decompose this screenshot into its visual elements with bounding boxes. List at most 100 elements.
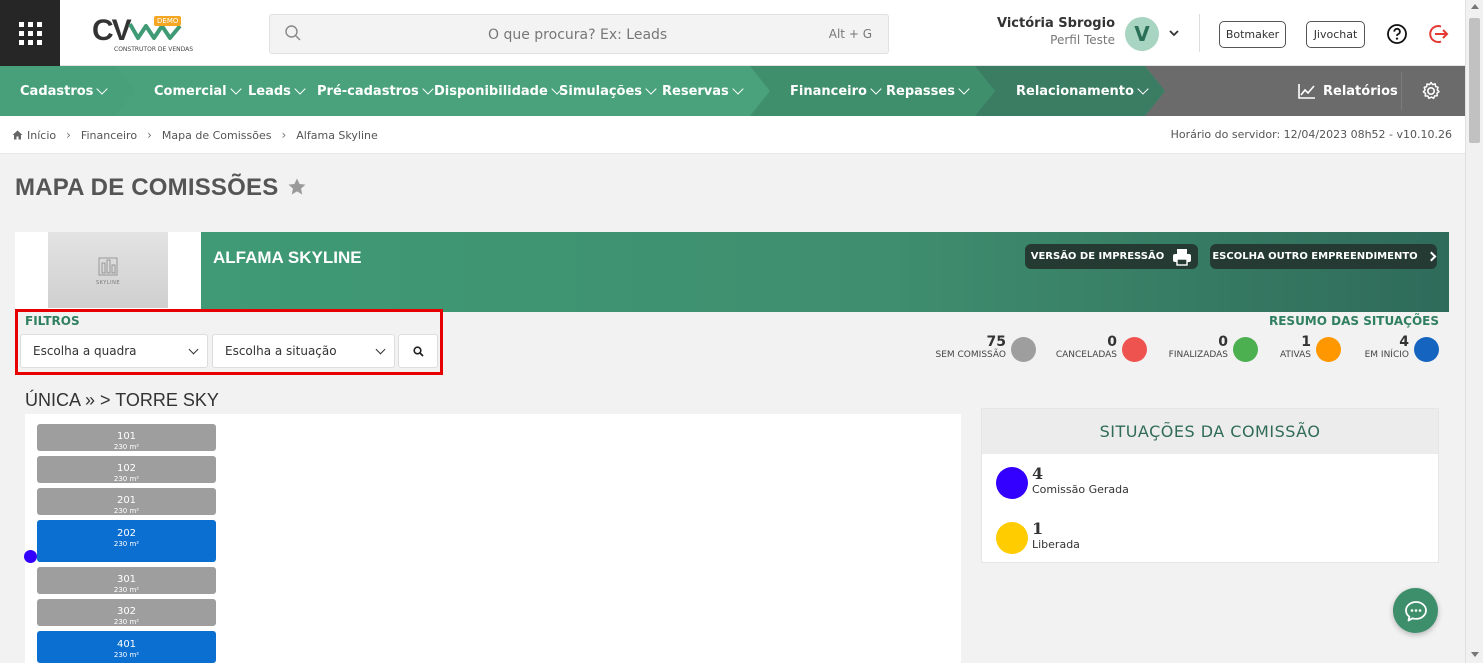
summary-em-inicio[interactable]: 4 EM INÍCIO (1357, 334, 1439, 364)
unit-card[interactable]: 301 230 m² (37, 567, 216, 594)
chevron-down-icon (422, 83, 434, 95)
choose-project-button[interactable]: ESCOLHA OUTRO EMPREENDIMENTO (1210, 244, 1437, 269)
nav-simulacoes[interactable]: Simulações (559, 66, 657, 116)
page-scrollbar[interactable] (1465, 0, 1483, 663)
print-version-button[interactable]: VERSÃO DE IMPRESSÃO (1025, 244, 1198, 269)
nav-financeiro[interactable]: Financeiro (790, 66, 882, 116)
unit-card[interactable]: 201 230 m² (37, 488, 216, 515)
summary-count: 75 (986, 334, 1006, 350)
nav-pre-cadastros[interactable]: Pré-cadastros (317, 66, 434, 116)
unit-area: 230 m² (113, 443, 140, 451)
nav-reservas[interactable]: Reservas (662, 66, 744, 116)
nav-label: Simulações (559, 83, 643, 99)
chevron-down-icon (645, 83, 657, 95)
logo-badge: DEMO (154, 16, 182, 26)
scroll-thumb[interactable] (1469, 18, 1480, 143)
nav-label: Financeiro (790, 83, 867, 99)
chevron-right-icon (1426, 251, 1437, 262)
unit-number: 302 (116, 606, 137, 617)
situacao-select-value: Escolha a situação (225, 344, 337, 358)
summary-ativas[interactable]: 1 ATIVAS (1274, 334, 1341, 364)
search-box[interactable]: Alt + G (269, 14, 910, 54)
nav-relatorios[interactable]: Relatórios (1298, 66, 1398, 116)
breadcrumb-home[interactable]: Início (27, 129, 56, 142)
home-icon (12, 130, 23, 140)
print-version-label: VERSÃO DE IMPRESSÃO (1030, 251, 1165, 262)
grid-icon (18, 21, 42, 45)
unit-card[interactable]: 102 230 m² (37, 456, 216, 483)
chevron-down-icon (96, 83, 109, 95)
top-header: CV DEMO CONSTRUTOR DE VENDAS Alt + G Vic… (0, 0, 1465, 66)
filter-search-button[interactable] (398, 334, 438, 368)
chevron-down-icon[interactable] (1168, 28, 1180, 38)
logo-text: CV (92, 14, 132, 47)
unit-card[interactable]: 101 230 m² (37, 424, 216, 451)
breadcrumb-mapa-comissoes[interactable]: Mapa de Comissões (162, 129, 272, 142)
unit-number: 301 (116, 574, 137, 585)
breadcrumb-current: Alfama Skyline (296, 128, 378, 142)
chat-button[interactable] (1393, 588, 1438, 633)
commission-situations-panel: SITUAÇÕES DA COMISSÃO 4 Comissão Gerada … (981, 408, 1439, 563)
unit-area: 230 m² (113, 618, 140, 626)
chevron-down-icon (375, 344, 386, 355)
search-shortcut: Alt + G (828, 27, 872, 41)
unit-card[interactable]: 202 230 m² (37, 520, 216, 562)
nav-cadastros[interactable]: Cadastros (20, 66, 109, 116)
chevron-down-icon (294, 83, 306, 95)
nav-disponibilidade[interactable]: Disponibilidade (434, 66, 563, 116)
scroll-down-arrow[interactable] (1471, 652, 1479, 657)
breadcrumb: Início › Financeiro › Mapa de Comissões … (12, 128, 378, 142)
unit-card[interactable]: 401 230 m² (37, 631, 216, 663)
project-thumbnail: SKYLINE (48, 232, 168, 308)
breadcrumb-financeiro[interactable]: Financeiro (81, 129, 137, 142)
situacao-select[interactable]: Escolha a situação (212, 334, 395, 368)
unit-number: 201 (116, 495, 137, 506)
breadcrumb-separator: › (147, 128, 152, 142)
summary-finalizadas[interactable]: 0 FINALIZADAS (1162, 334, 1258, 364)
status-dot (996, 467, 1028, 499)
nav-comercial[interactable]: Comercial (154, 66, 242, 116)
project-name: ALFAMA SKYLINE (213, 248, 362, 267)
main-nav: Cadastros Comercial Leads Pré-cadastros … (0, 66, 1465, 116)
unit-number: 101 (116, 431, 137, 442)
breadcrumb-separator: › (66, 128, 71, 142)
avatar[interactable]: V (1125, 17, 1159, 51)
scroll-up-arrow[interactable] (1471, 4, 1479, 9)
summary-count: 0 (1107, 334, 1117, 350)
star-icon[interactable] (287, 177, 307, 197)
chevron-down-icon (870, 83, 882, 95)
nav-relatorios-label: Relatórios (1323, 83, 1398, 99)
printer-icon (1173, 248, 1192, 266)
user-role: Perfil Teste (1050, 33, 1115, 47)
thumb-label: SKYLINE (96, 279, 120, 286)
botmaker-button[interactable]: Botmaker (1219, 21, 1286, 48)
project-banner: ALFAMA SKYLINE VERSÃO DE IMPRESSÃO ESCOL… (201, 232, 1449, 312)
summary-canceladas[interactable]: 0 CANCELADAS (1052, 334, 1147, 364)
nav-relacionamento[interactable]: Relacionamento (1016, 66, 1149, 116)
summary-sem-comissao[interactable]: 75 SEM COMISSÃO (930, 334, 1036, 364)
gear-icon[interactable] (1420, 80, 1442, 102)
jivochat-button[interactable]: Jivochat (1306, 21, 1365, 48)
status-dot (1233, 337, 1258, 362)
situation-count: 4 (1032, 464, 1044, 483)
building-icon (98, 257, 118, 275)
nav-label: Disponibilidade (434, 83, 548, 99)
logo[interactable]: CV DEMO CONSTRUTOR DE VENDAS (92, 14, 193, 56)
quadra-select[interactable]: Escolha a quadra (20, 334, 208, 368)
apps-menu-button[interactable] (0, 0, 60, 66)
chevron-down-icon (1137, 83, 1149, 95)
unit-area: 230 m² (113, 586, 140, 594)
logout-icon[interactable] (1428, 23, 1450, 45)
quadra-select-value: Escolha a quadra (33, 344, 137, 358)
nav-label: Relacionamento (1016, 83, 1134, 99)
summary-status-label: EM INÍCIO (1364, 350, 1409, 360)
status-dot (1414, 337, 1439, 362)
search-icon (285, 25, 301, 41)
user-info[interactable]: Victória Sbrogio Perfil Teste (990, 16, 1115, 47)
chevron-down-icon (188, 344, 199, 355)
nav-repasses[interactable]: Repasses (886, 66, 970, 116)
server-time: Horário do servidor: 12/04/2023 08h52 - … (1170, 128, 1452, 141)
help-icon[interactable] (1386, 23, 1408, 45)
nav-leads[interactable]: Leads (248, 66, 306, 116)
unit-card[interactable]: 302 230 m² (37, 599, 216, 626)
